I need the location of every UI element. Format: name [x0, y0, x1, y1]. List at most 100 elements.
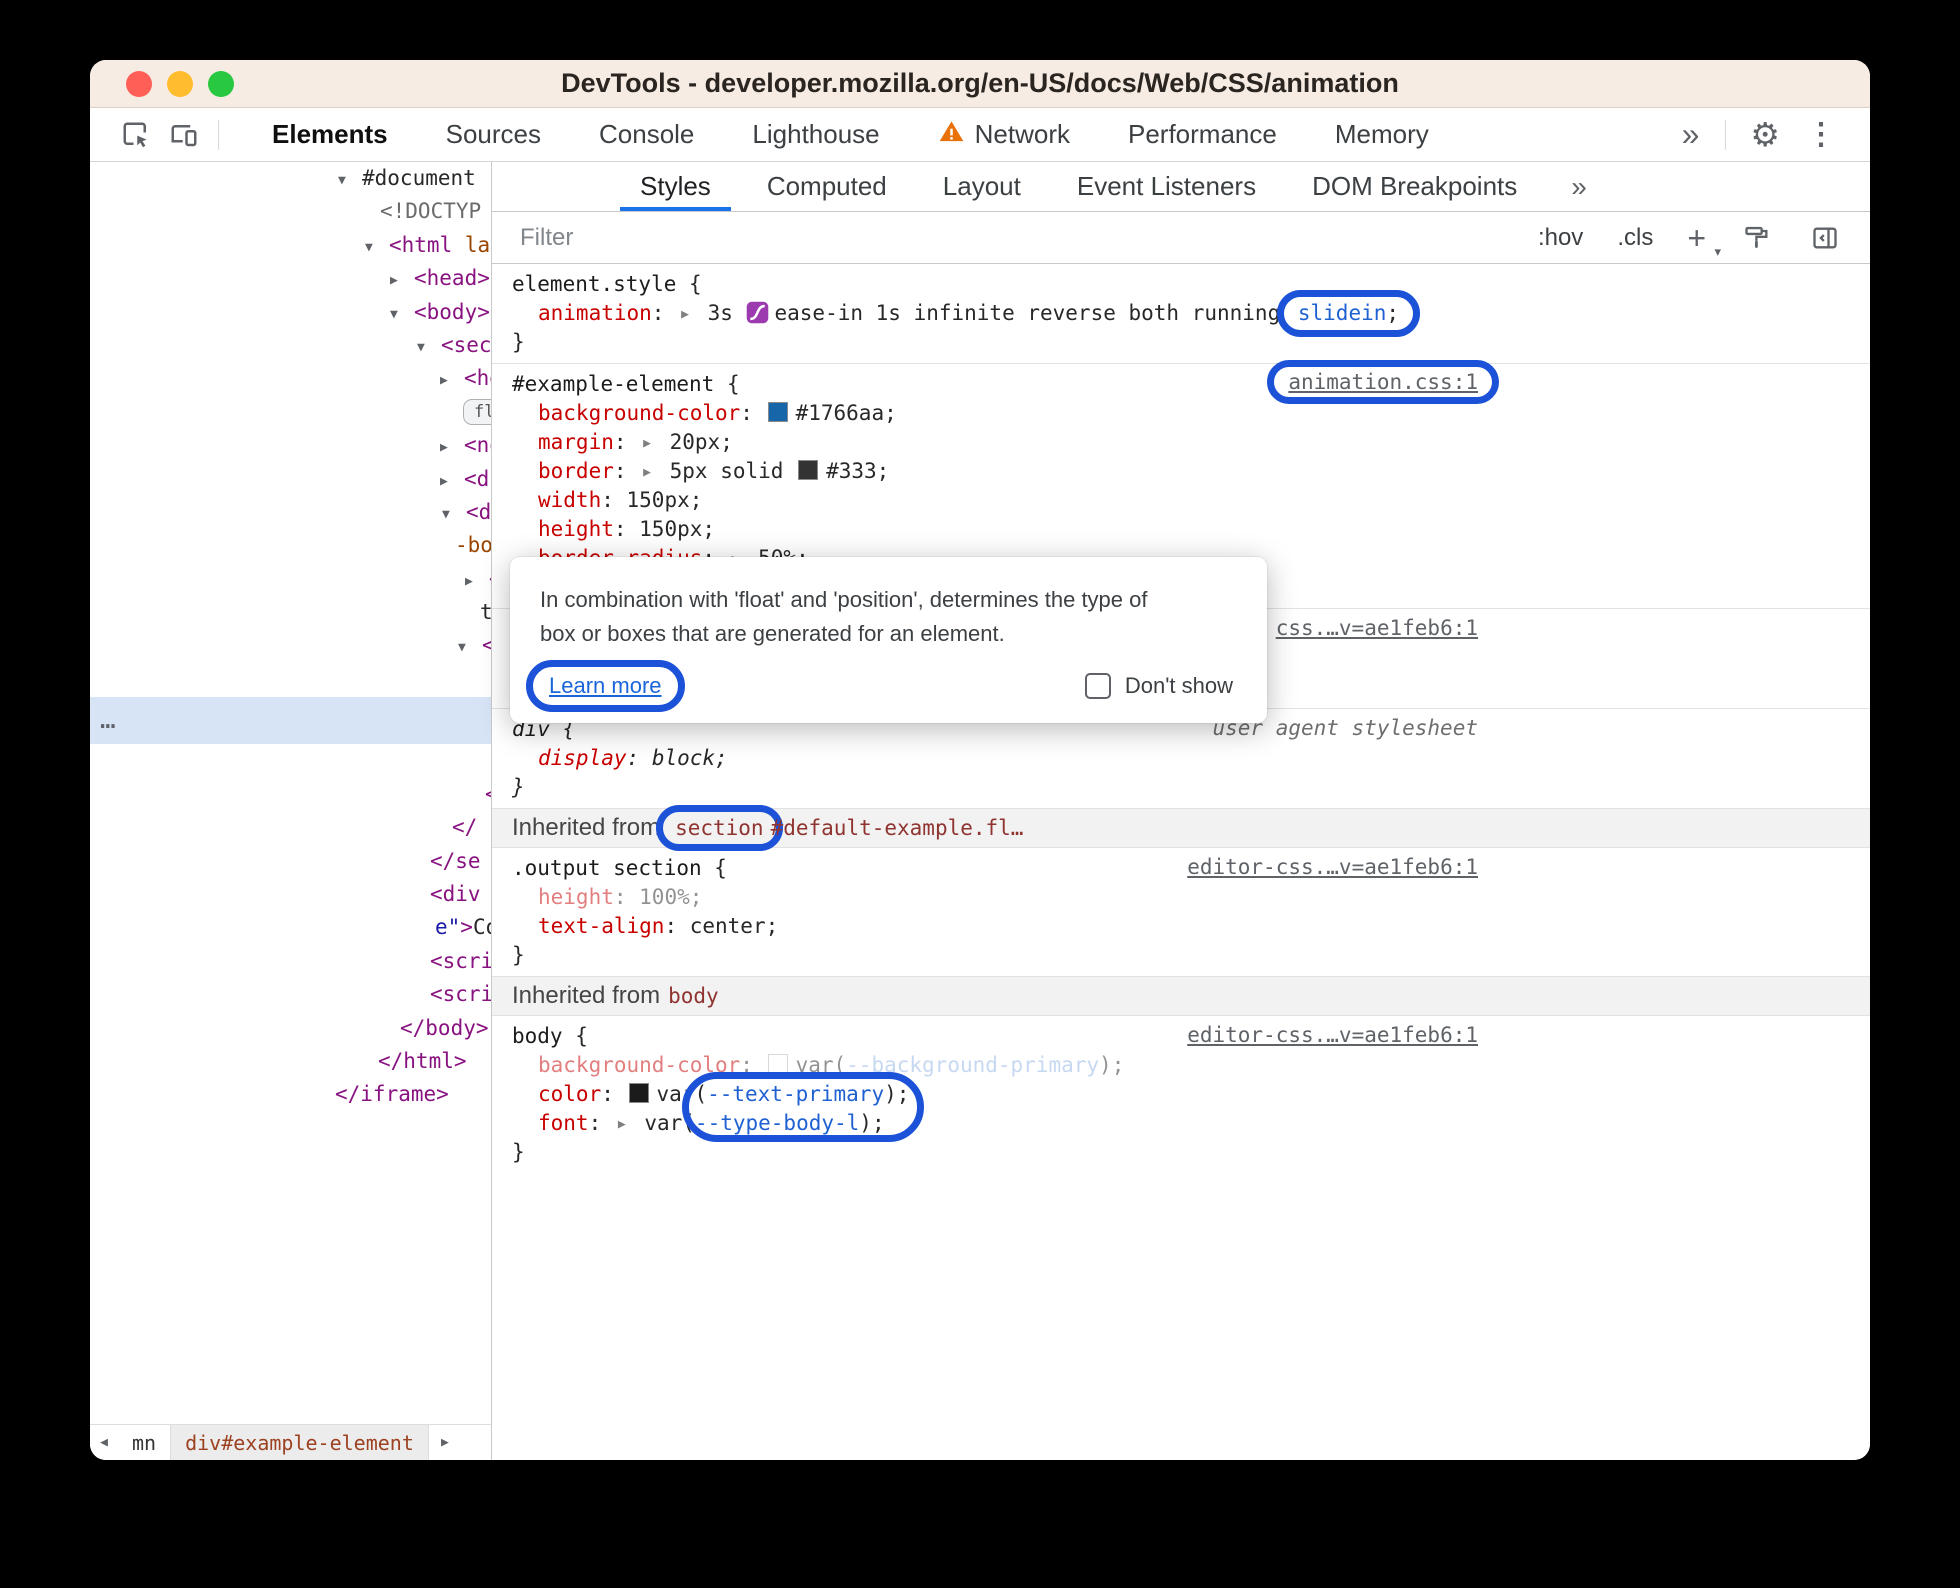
- dom-tree-node[interactable]: ▶ <head>: [90, 262, 491, 295]
- dom-tree-node[interactable]: ▼ <body>: [90, 296, 491, 329]
- tab-performance[interactable]: Performance: [1099, 108, 1306, 161]
- dom-tree-node[interactable]: t: [90, 596, 491, 629]
- tree-collapsed-toggle-icon[interactable]: ▶: [440, 364, 464, 397]
- dom-tree-node[interactable]: -bo: [90, 529, 491, 562]
- sidebar-tab-layout[interactable]: Layout: [915, 162, 1049, 211]
- expand-shorthand-icon[interactable]: ▶: [681, 300, 689, 329]
- tree-collapsed-toggle-icon[interactable]: ▶: [465, 565, 489, 598]
- dom-tree-node-selected[interactable]: …: [90, 696, 491, 744]
- dom-tree-node[interactable]: <div: [90, 878, 491, 911]
- css-declaration[interactable]: background-color: var(--background-prima…: [492, 1051, 1870, 1080]
- kebab-menu-icon[interactable]: ⋮: [1794, 117, 1848, 152]
- stylesheet-link[interactable]: animation.css:1: [1288, 370, 1478, 394]
- tree-expanded-toggle-icon[interactable]: ▼: [417, 331, 441, 364]
- sidebar-tab-event-listeners[interactable]: Event Listeners: [1049, 162, 1284, 211]
- tab-elements[interactable]: Elements: [243, 108, 417, 161]
- tree-expanded-toggle-icon[interactable]: ▼: [390, 298, 414, 331]
- tree-collapsed-toggle-icon[interactable]: ▶: [440, 465, 464, 498]
- dom-tree-node[interactable]: <!DOCTYP: [90, 195, 491, 228]
- tab-memory[interactable]: Memory: [1306, 108, 1458, 161]
- css-declaration[interactable]: }: [492, 328, 1870, 357]
- dom-tree-node[interactable]: ▶<di: [90, 463, 491, 496]
- sidebar-tab-dom-breakpoints[interactable]: DOM Breakpoints: [1284, 162, 1545, 211]
- css-declaration[interactable]: text-align: center;: [492, 912, 1870, 941]
- dom-tree-node[interactable]: ▼<sect: [90, 329, 491, 362]
- dom-tree-node[interactable]: ▼<di: [90, 496, 491, 529]
- color-swatch[interactable]: [767, 1054, 788, 1074]
- css-declaration[interactable]: width: 150px;: [492, 486, 1870, 515]
- dom-tree-node[interactable]: e">Co: [90, 911, 491, 944]
- toggle-sidebar-icon[interactable]: [1808, 218, 1842, 258]
- dom-tree-node[interactable]: ▼<: [90, 629, 491, 662]
- dom-tree-node[interactable]: fl: [90, 396, 491, 429]
- dom-tree-node[interactable]: </html>: [90, 1045, 491, 1078]
- tab-sources[interactable]: Sources: [417, 108, 570, 161]
- dom-tree-node[interactable]: ▶<he: [90, 362, 491, 395]
- stylesheet-link[interactable]: editor-css.…v=ae1feb6:1: [1187, 1023, 1478, 1047]
- css-declaration[interactable]: #example-element {: [492, 370, 1870, 399]
- dom-tree-node[interactable]: </se: [90, 845, 491, 878]
- dom-tree-node[interactable]: ▼ #document: [90, 162, 491, 195]
- breadcrumb-item-selected[interactable]: div#example-element: [170, 1425, 429, 1460]
- breadcrumb-item[interactable]: mn: [118, 1425, 170, 1460]
- breadcrumb-scroll-right-icon[interactable]: ▶: [431, 1425, 459, 1460]
- node-link[interactable]: body: [668, 984, 719, 1008]
- css-declaration[interactable]: }: [492, 1138, 1870, 1167]
- tree-expanded-toggle-icon[interactable]: ▼: [338, 164, 362, 197]
- zoom-button[interactable]: [208, 70, 234, 97]
- css-declaration[interactable]: height: 150px;: [492, 515, 1870, 544]
- element-classes-button[interactable]: .cls: [1617, 224, 1653, 252]
- flex-badge[interactable]: fl: [463, 398, 491, 425]
- tab-console[interactable]: Console: [570, 108, 723, 161]
- sidebar-tab-computed[interactable]: Computed: [739, 162, 915, 211]
- tree-expanded-toggle-icon[interactable]: ▼: [442, 498, 466, 531]
- tab-network[interactable]: Network: [909, 108, 1099, 161]
- tree-collapsed-toggle-icon[interactable]: ▶: [440, 431, 464, 464]
- node-link[interactable]: #default-example.fl…: [771, 816, 1024, 840]
- dom-tree-node[interactable]: ▶<: [90, 563, 491, 596]
- css-declaration[interactable]: animation: ▶ 3s ease-in 1s infinite reve…: [492, 290, 1870, 337]
- expand-shorthand-icon[interactable]: ▶: [643, 429, 651, 458]
- stylesheet-link[interactable]: editor-css.…v=ae1feb6:1: [1187, 855, 1478, 879]
- css-declaration[interactable]: margin: ▶ 20px;: [492, 428, 1870, 457]
- dom-tree-node[interactable]: ▼ <html la: [90, 229, 491, 262]
- bezier-editor-icon[interactable]: [746, 301, 769, 324]
- dom-tree-node[interactable]: </iframe>: [90, 1078, 491, 1111]
- minimize-button[interactable]: [167, 70, 193, 97]
- learn-more-link[interactable]: Learn more: [549, 673, 662, 698]
- dom-tree-node[interactable]: <scri: [90, 945, 491, 978]
- css-declaration[interactable]: height: 100%;: [492, 883, 1870, 912]
- filter-input[interactable]: [520, 223, 1504, 252]
- sidebar-tab-styles[interactable]: Styles: [612, 162, 739, 211]
- dont-show-checkbox[interactable]: [1084, 673, 1111, 699]
- inspect-element-icon[interactable]: [112, 115, 160, 155]
- color-swatch[interactable]: [798, 460, 819, 480]
- sidebar-more-tabs-icon[interactable]: »: [1549, 162, 1609, 211]
- breadcrumb-scroll-left-icon[interactable]: ◀: [90, 1425, 118, 1460]
- css-declaration[interactable]: border: ▶ 5px solid #333;: [492, 457, 1870, 486]
- css-declaration[interactable]: display: block;: [492, 744, 1870, 773]
- expand-shorthand-icon[interactable]: ▶: [618, 1110, 626, 1139]
- more-tabs-icon[interactable]: »: [1666, 116, 1716, 153]
- tree-collapsed-toggle-icon[interactable]: ▶: [390, 264, 414, 297]
- dom-tree-node[interactable]: </: [90, 811, 491, 844]
- toggle-element-state-button[interactable]: :hov: [1538, 224, 1583, 252]
- stylesheet-link[interactable]: css.…v=ae1feb6:1: [1276, 616, 1478, 640]
- dom-tree-node[interactable]: ▶<no: [90, 429, 491, 462]
- css-declaration[interactable]: background-color: #1766aa;: [492, 399, 1870, 428]
- expand-shorthand-icon[interactable]: ▶: [643, 458, 651, 487]
- css-declaration[interactable]: .output section {: [492, 854, 1870, 883]
- css-declaration[interactable]: font: ▶ var(--type-body-l);: [492, 1109, 1870, 1138]
- css-declaration[interactable]: element.style {: [492, 270, 1870, 299]
- dom-tree-node[interactable]: </body>: [90, 1012, 491, 1045]
- tree-expanded-toggle-icon[interactable]: ▼: [458, 631, 482, 664]
- css-declaration[interactable]: }: [492, 773, 1870, 802]
- css-declaration[interactable]: body {: [492, 1022, 1870, 1051]
- dom-tree-node[interactable]: <: [90, 778, 491, 811]
- paint-roller-icon[interactable]: [1740, 218, 1774, 258]
- settings-gear-icon[interactable]: ⚙: [1736, 115, 1794, 154]
- color-swatch[interactable]: [628, 1083, 649, 1103]
- node-link[interactable]: section: [675, 816, 764, 840]
- new-style-rule-button[interactable]: + ▾: [1687, 222, 1721, 258]
- device-toolbar-icon[interactable]: [160, 115, 208, 155]
